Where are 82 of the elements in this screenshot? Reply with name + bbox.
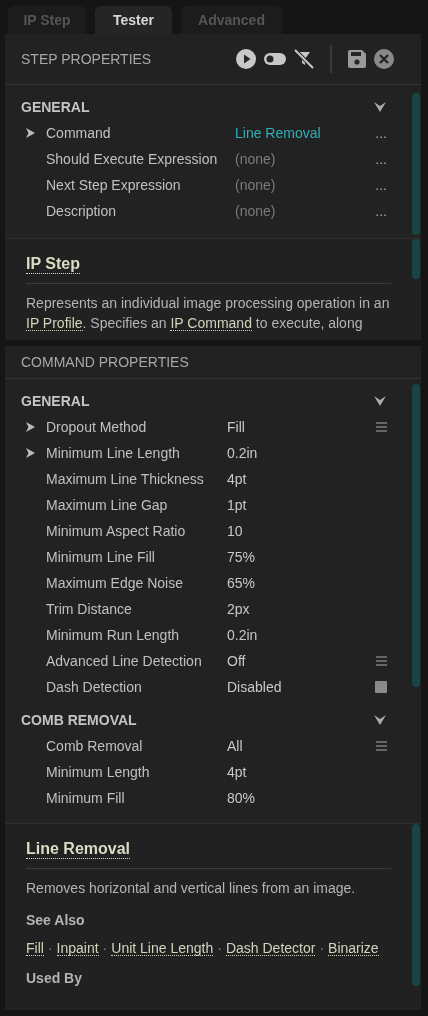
expand-arrow-icon[interactable] <box>26 448 35 458</box>
category-header: GENERAL <box>21 99 90 115</box>
property-name: Minimum Length <box>46 764 151 780</box>
property-name: Maximum Line Thickness <box>46 471 205 487</box>
property-name: Next Step Expression <box>46 177 182 193</box>
doc-link[interactable]: Dash Detector <box>225 940 316 956</box>
property-name: Minimum Run Length <box>46 627 181 643</box>
doc-link[interactable]: Fill <box>26 940 44 956</box>
property-name: Should Execute Expression <box>46 151 219 167</box>
play-icon[interactable] <box>236 49 256 69</box>
property-name: Dash Detection <box>46 679 143 695</box>
property-name: Description <box>46 203 118 219</box>
property-value: 0.2in <box>227 627 259 643</box>
scrollbar[interactable] <box>412 824 420 986</box>
property-value: (none) <box>235 177 277 193</box>
more-button[interactable]: ... <box>375 178 387 192</box>
filter-off-icon[interactable] <box>294 49 314 69</box>
property-value: All <box>227 738 244 754</box>
property-value: (none) <box>235 151 277 167</box>
separator-dot: · <box>47 940 53 956</box>
close-icon[interactable] <box>374 49 394 69</box>
tab[interactable]: Tester <box>95 6 172 34</box>
expand-arrow-icon[interactable] <box>26 422 35 432</box>
section-heading: See Also <box>26 912 86 928</box>
more-button[interactable]: ... <box>375 126 387 140</box>
doc-link[interactable]: Unit Line Length <box>111 940 214 956</box>
doc-text: Represents an individual image processing operation in an IP Profile. Specifies an IP Command to execute, along <box>26 294 390 333</box>
toggle-icon[interactable] <box>264 53 286 65</box>
menu-icon[interactable] <box>376 422 387 432</box>
doc-link[interactable]: IP Profile <box>26 316 83 331</box>
property-name: Maximum Line Gap <box>46 497 169 513</box>
more-button[interactable]: ... <box>375 204 387 218</box>
menu-icon[interactable] <box>376 656 387 666</box>
more-button[interactable]: ... <box>375 152 387 166</box>
doc-link[interactable]: Inpaint <box>56 940 99 956</box>
property-value: 75% <box>227 549 257 565</box>
panel-title: STEP PROPERTIES <box>21 51 153 67</box>
doc-link[interactable]: IP Command <box>170 316 252 331</box>
property-value: Disabled <box>227 679 283 695</box>
property-value: 1pt <box>227 497 248 513</box>
collapse-arrow-icon[interactable] <box>374 102 386 112</box>
property-value: 4pt <box>227 764 248 780</box>
property-value: 4pt <box>227 471 248 487</box>
scrollbar[interactable] <box>412 384 420 687</box>
property-name: Minimum Line Length <box>46 445 181 461</box>
property-value[interactable]: Line Removal <box>235 125 373 141</box>
scrollbar[interactable] <box>412 239 420 279</box>
collapse-arrow-icon[interactable] <box>374 715 386 725</box>
property-name: Minimum Fill <box>46 790 126 806</box>
expand-arrow-icon[interactable] <box>26 128 35 138</box>
doc-text: Removes horizontal and vertical lines from an image. <box>26 879 357 898</box>
save-icon[interactable] <box>348 50 366 68</box>
category-header: COMB REMOVAL <box>21 712 137 728</box>
property-value: 0.2in <box>227 445 259 461</box>
scrollbar[interactable] <box>412 93 420 235</box>
property-name: Trim Distance <box>46 601 133 617</box>
property-value: 2px <box>227 601 251 617</box>
property-name: Dropout Method <box>46 419 148 435</box>
property-value: Fill <box>227 419 246 435</box>
property-name: Command <box>46 125 112 141</box>
doc-title: IP Step <box>26 255 80 274</box>
property-value: 10 <box>227 523 244 539</box>
separator-dot: · <box>217 940 222 956</box>
doc-link[interactable]: Binarize <box>328 940 379 956</box>
separator-dot: · <box>319 940 325 956</box>
property-value: Off <box>227 653 247 669</box>
doc-title: Line Removal <box>26 840 131 859</box>
collapse-arrow-icon[interactable] <box>374 396 386 406</box>
property-name: Minimum Line Fill <box>46 549 156 565</box>
property-name: Minimum Aspect Ratio <box>46 523 187 539</box>
property-value: (none) <box>235 203 277 219</box>
panel-title: COMMAND PROPERTIES <box>21 354 190 370</box>
property-value: 80% <box>227 790 257 806</box>
checkbox[interactable] <box>375 681 387 693</box>
property-name: Comb Removal <box>46 738 144 754</box>
category-header: GENERAL <box>21 393 90 409</box>
section-heading: Used By <box>26 970 84 986</box>
property-name: Advanced Line Detection <box>46 653 203 669</box>
property-value: 65% <box>227 575 257 591</box>
menu-icon[interactable] <box>376 741 387 751</box>
separator-dot: · <box>102 940 108 956</box>
property-name: Maximum Edge Noise <box>46 575 184 591</box>
